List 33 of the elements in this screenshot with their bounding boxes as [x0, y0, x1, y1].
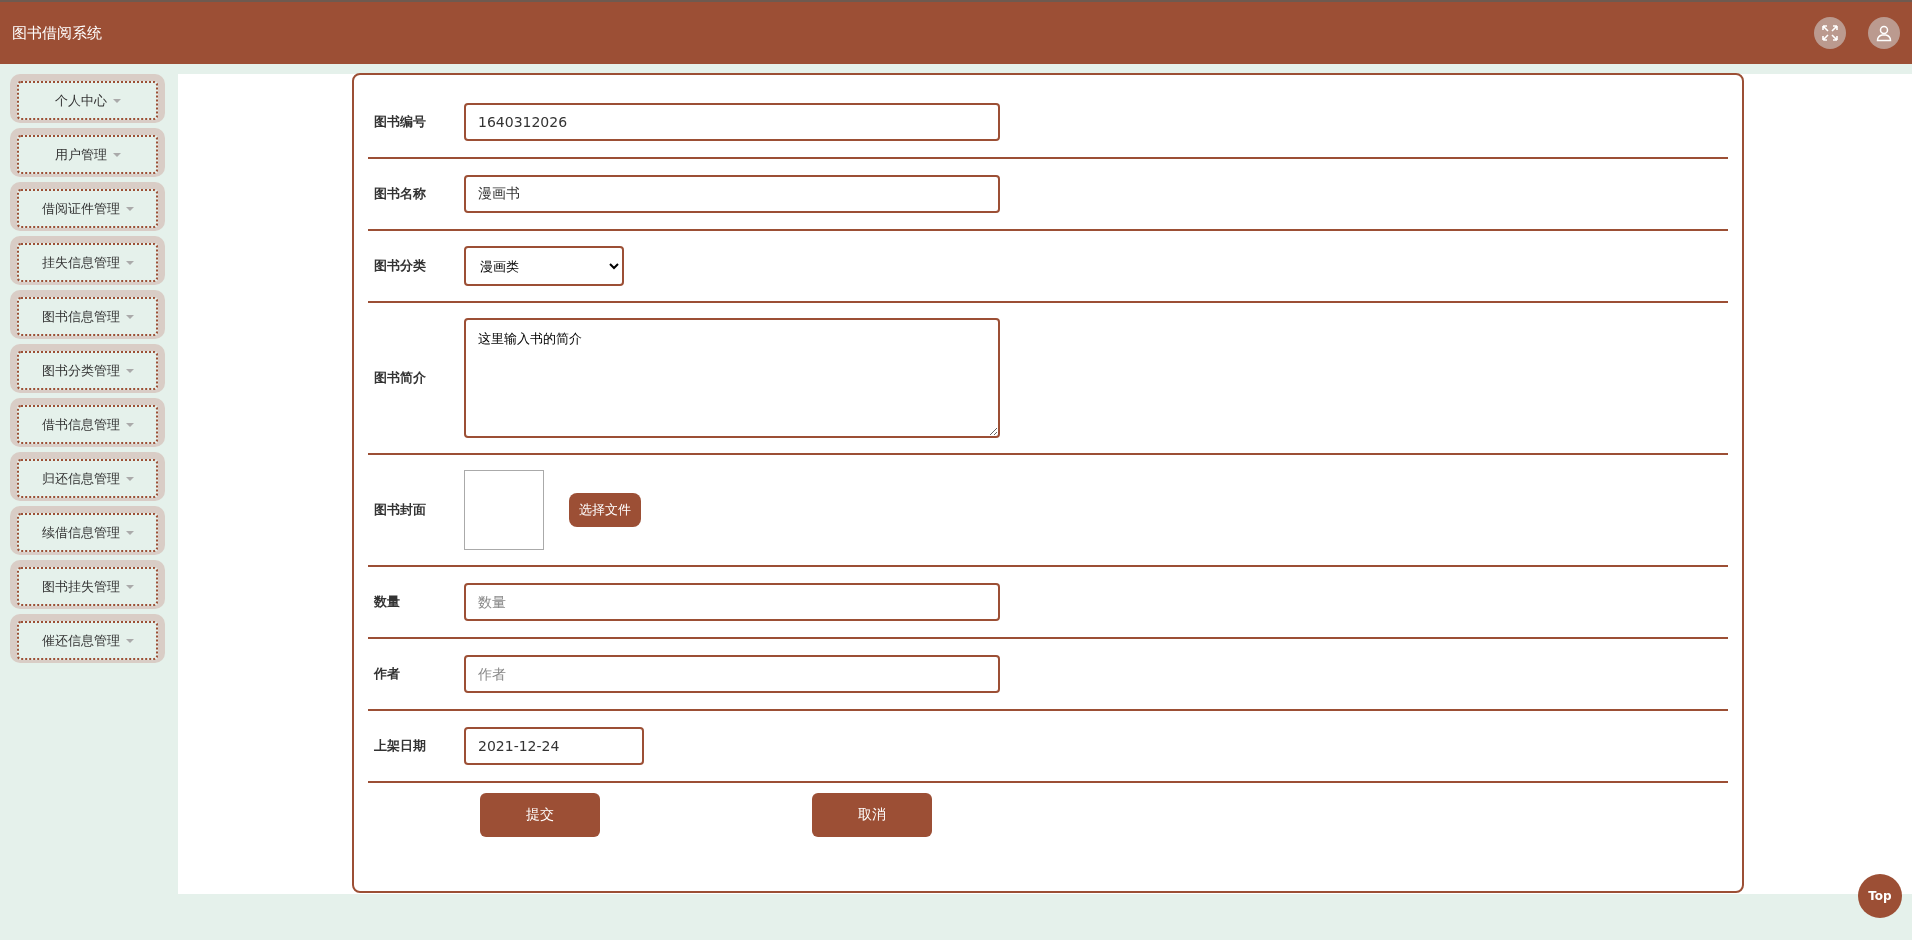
input-field[interactable]: 数量	[464, 583, 1000, 621]
user-icon[interactable]	[1868, 17, 1900, 49]
field-label: 数量	[373, 593, 401, 611]
input-field[interactable]: 作者	[464, 655, 1000, 693]
field-label: 图书简介	[373, 369, 427, 387]
field-label: 上架日期	[373, 737, 427, 755]
choose-file-button[interactable]: 选择文件	[569, 493, 641, 527]
back-to-top-button[interactable]: Top	[1858, 874, 1902, 918]
app-title: 图书借阅系统	[12, 23, 102, 43]
sidebar-item[interactable]: 图书信息管理	[10, 290, 165, 339]
sidebar-item[interactable]: 归还信息管理	[10, 452, 165, 501]
sidebar-item[interactable]: 催还信息管理	[10, 614, 165, 663]
sidebar-item[interactable]: 图书挂失管理	[10, 560, 165, 609]
action-button[interactable]: 取消	[812, 793, 932, 837]
sidebar-item[interactable]: 借阅证件管理	[10, 182, 165, 231]
field-label: 图书编号	[373, 113, 427, 131]
sidebar-item[interactable]: 挂失信息管理	[10, 236, 165, 285]
input-field[interactable]: 1640312026	[464, 103, 1000, 141]
field-label: 图书分类	[373, 257, 427, 275]
sidebar-item[interactable]: 续借信息管理	[10, 506, 165, 555]
sidebar-item[interactable]: 用户管理	[10, 128, 165, 177]
sidebar-item[interactable]: 个人中心	[10, 74, 165, 123]
field-label: 作者	[372, 665, 401, 683]
field-label: 图书封面	[373, 501, 427, 519]
action-button[interactable]: 提交	[480, 793, 600, 837]
sidebar-item[interactable]: 借书信息管理	[10, 398, 165, 447]
sidebar-item[interactable]: 图书分类管理	[10, 344, 165, 393]
category-select[interactable]: 漫画类	[464, 246, 624, 286]
date-field[interactable]: 2021-12-24	[464, 727, 644, 765]
text-area[interactable]: 这里输入书的简介	[464, 318, 1000, 438]
input-field[interactable]: 漫画书	[464, 175, 1000, 213]
field-label: 图书名称	[373, 185, 427, 203]
fullscreen-icon[interactable]	[1814, 17, 1846, 49]
